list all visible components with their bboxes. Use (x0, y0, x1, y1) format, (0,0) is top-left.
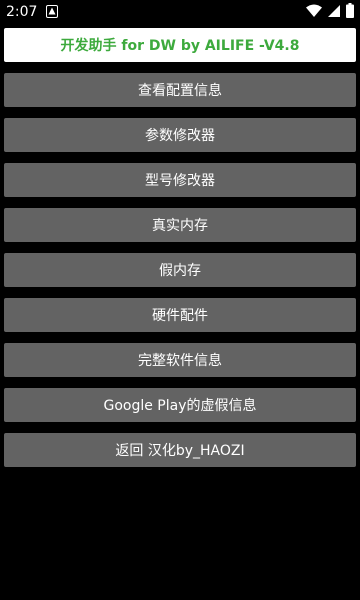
app-header: 开发助手 for DW by AILIFE -V4.8 (4, 28, 356, 62)
google-play-fake-info-button[interactable]: Google Play的虚假信息 (4, 388, 356, 422)
battery-icon (346, 2, 354, 22)
model-modifier-button[interactable]: 型号修改器 (4, 163, 356, 197)
main-menu: 查看配置信息 参数修改器 型号修改器 真实内存 假内存 硬件配件 完整软件信息 … (4, 73, 356, 478)
android-notification-icon (46, 5, 58, 18)
back-button[interactable]: 返回 汉化by_HAOZI (4, 433, 356, 467)
fake-memory-button[interactable]: 假内存 (4, 253, 356, 287)
hardware-parts-button[interactable]: 硬件配件 (4, 298, 356, 332)
real-memory-button[interactable]: 真实内存 (4, 208, 356, 242)
signal-icon (327, 3, 341, 22)
status-bar: 2:07 (0, 0, 360, 24)
full-software-info-button[interactable]: 完整软件信息 (4, 343, 356, 377)
view-config-info-button[interactable]: 查看配置信息 (4, 73, 356, 107)
parameter-modifier-button[interactable]: 参数修改器 (4, 118, 356, 152)
status-time: 2:07 (6, 4, 38, 20)
app-title: 开发助手 for DW by AILIFE -V4.8 (60, 38, 300, 54)
wifi-icon (306, 3, 322, 22)
status-icons (306, 2, 354, 22)
